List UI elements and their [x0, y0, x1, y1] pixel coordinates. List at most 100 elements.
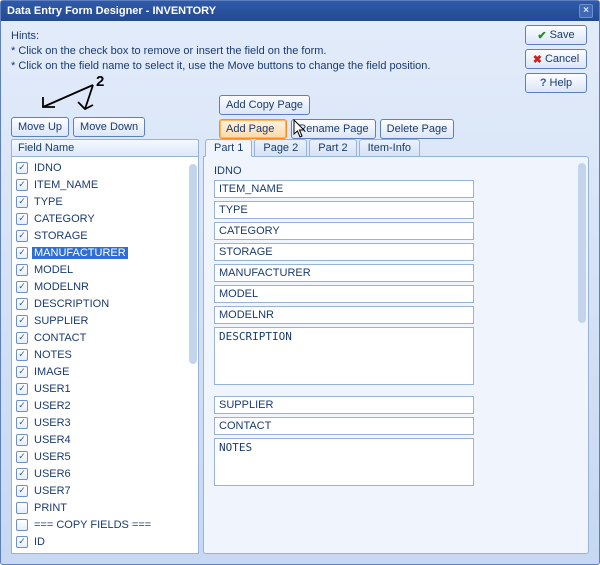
checkbox[interactable]: ✓ — [16, 315, 28, 327]
field-row[interactable]: ✓ ITEM_NAME — [12, 176, 198, 193]
form-field-storage[interactable] — [214, 243, 474, 261]
field-label[interactable]: STORAGE — [32, 230, 90, 242]
field-label[interactable]: MODELNR — [32, 281, 91, 293]
field-row[interactable]: ✓ SUPPLIER — [12, 312, 198, 329]
field-label[interactable]: USER2 — [32, 400, 73, 412]
field-row[interactable]: ✓ MANUFACTURER — [12, 244, 198, 261]
field-row[interactable]: ✓ MODELNR — [12, 278, 198, 295]
rename-page-button[interactable]: Rename Page — [291, 119, 375, 139]
field-list-header[interactable]: Field Name — [11, 139, 199, 157]
checkbox[interactable]: ✓ — [16, 553, 28, 555]
field-label[interactable]: IDNO — [32, 162, 64, 174]
checkbox[interactable]: ✓ — [16, 213, 28, 225]
checkbox[interactable]: ✓ — [16, 485, 28, 497]
form-scrollbar[interactable] — [578, 159, 586, 551]
checkbox[interactable]: ✓ — [16, 264, 28, 276]
field-row[interactable]: ✓ USER5 — [12, 448, 198, 465]
field-label[interactable]: NOTES — [32, 349, 74, 361]
checkbox[interactable]: ✓ — [16, 349, 28, 361]
checkbox[interactable]: ✓ — [16, 434, 28, 446]
cancel-button[interactable]: ✖ Cancel — [525, 49, 587, 69]
field-list-body[interactable]: ✓ IDNO ✓ ITEM_NAME ✓ TYPE ✓ CATEGORY ✓ STORAGE ✓ MA… — [11, 157, 199, 554]
scrollbar[interactable] — [189, 144, 197, 544]
form-field-supplier[interactable] — [214, 396, 474, 414]
field-label[interactable]: MODEL — [32, 264, 75, 276]
checkbox[interactable]: ✓ — [16, 400, 28, 412]
form-field-contact[interactable] — [214, 417, 474, 435]
delete-page-button[interactable]: Delete Page — [380, 119, 455, 139]
field-label[interactable]: CATEGORY — [32, 213, 97, 225]
notes-textarea[interactable] — [214, 438, 474, 486]
field-row[interactable]: ✓ ID — [12, 533, 198, 550]
checkbox[interactable]: ✓ — [16, 281, 28, 293]
tab[interactable]: Part 2 — [309, 139, 356, 157]
form-field-category[interactable] — [214, 222, 474, 240]
field-row[interactable]: ✓ NOTES — [12, 346, 198, 363]
checkbox[interactable]: ✓ — [16, 383, 28, 395]
field-row[interactable]: ✓ CONTACT — [12, 329, 198, 346]
save-button[interactable]: ✔ Save — [525, 25, 587, 45]
form-field-item_name[interactable] — [214, 180, 474, 198]
titlebar[interactable]: Data Entry Form Designer - INVENTORY × — [1, 1, 599, 21]
field-label[interactable]: PRINT — [32, 502, 69, 514]
field-row[interactable]: ✓ USER4 — [12, 431, 198, 448]
field-label[interactable]: USER6 — [32, 468, 73, 480]
field-row[interactable]: ✓ IDNO — [12, 159, 198, 176]
field-row[interactable]: ✓ USER6 — [12, 465, 198, 482]
field-label[interactable]: === COPY FIELDS === — [32, 519, 153, 531]
checkbox[interactable]: ✓ — [16, 230, 28, 242]
add-page-button[interactable]: Add Page — [219, 119, 287, 139]
checkbox[interactable]: ✓ — [16, 298, 28, 310]
scrollbar-thumb[interactable] — [189, 164, 197, 364]
field-label[interactable]: USER3 — [32, 417, 73, 429]
field-label[interactable]: SUPPLIER — [32, 315, 90, 327]
checkbox[interactable]: ✓ — [16, 536, 28, 548]
form-field-model[interactable] — [214, 285, 474, 303]
field-row[interactable]: ✓ CATEGORY — [12, 210, 198, 227]
field-label[interactable]: ID — [32, 536, 47, 548]
field-label[interactable]: ITEM_NAME — [32, 179, 100, 191]
checkbox[interactable]: ✓ — [16, 468, 28, 480]
field-label[interactable]: DESCRIPTION — [32, 298, 111, 310]
field-label[interactable]: TYPE — [32, 196, 65, 208]
field-label[interactable]: IMAGE — [32, 366, 71, 378]
field-row[interactable]: ✓ DATE_ADDED — [12, 550, 198, 554]
close-icon[interactable]: × — [579, 4, 593, 18]
field-row[interactable]: ✓ STORAGE — [12, 227, 198, 244]
checkbox[interactable]: ✓ — [16, 179, 28, 191]
field-label[interactable]: USER5 — [32, 451, 73, 463]
form-field-modelnr[interactable] — [214, 306, 474, 324]
field-label[interactable]: CONTACT — [32, 332, 88, 344]
checkbox[interactable]: ✓ — [16, 196, 28, 208]
field-row[interactable]: ✓ USER2 — [12, 397, 198, 414]
checkbox[interactable]: ✓ — [16, 366, 28, 378]
move-up-button[interactable]: Move Up — [11, 117, 69, 137]
move-down-button[interactable]: Move Down — [73, 117, 145, 137]
field-row[interactable]: ✓USER3 — [12, 414, 198, 431]
checkbox[interactable]: ✓ — [16, 162, 28, 174]
tab[interactable]: Page 2 — [254, 139, 307, 157]
field-label[interactable]: MANUFACTURER — [32, 247, 128, 259]
checkbox[interactable] — [16, 519, 28, 531]
field-label[interactable]: USER7 — [32, 485, 73, 497]
field-row[interactable]: ✓ MODEL — [12, 261, 198, 278]
field-row[interactable]: ✓ USER1 — [12, 380, 198, 397]
help-button[interactable]: ? Help — [525, 73, 587, 93]
field-label[interactable]: DATE_ADDED — [32, 553, 109, 555]
checkbox[interactable]: ✓ — [16, 247, 28, 259]
add-copy-page-button[interactable]: Add Copy Page — [219, 95, 310, 115]
field-row[interactable]: ✓ IMAGE — [12, 363, 198, 380]
field-row[interactable]: ✓ TYPE — [12, 193, 198, 210]
checkbox[interactable]: ✓ — [16, 332, 28, 344]
tab[interactable]: Item-Info — [359, 139, 420, 157]
field-label[interactable]: USER1 — [32, 383, 73, 395]
form-field-manufacturer[interactable] — [214, 264, 474, 282]
description-textarea[interactable] — [214, 327, 474, 385]
checkbox[interactable]: ✓ — [16, 451, 28, 463]
field-label[interactable]: USER4 — [32, 434, 73, 446]
field-row[interactable]: PRINT — [12, 499, 198, 516]
field-row[interactable]: ✓ DESCRIPTION — [12, 295, 198, 312]
form-scrollbar-thumb[interactable] — [578, 163, 586, 323]
field-row[interactable]: ✓ USER7 — [12, 482, 198, 499]
field-row[interactable]: === COPY FIELDS === — [12, 516, 198, 533]
